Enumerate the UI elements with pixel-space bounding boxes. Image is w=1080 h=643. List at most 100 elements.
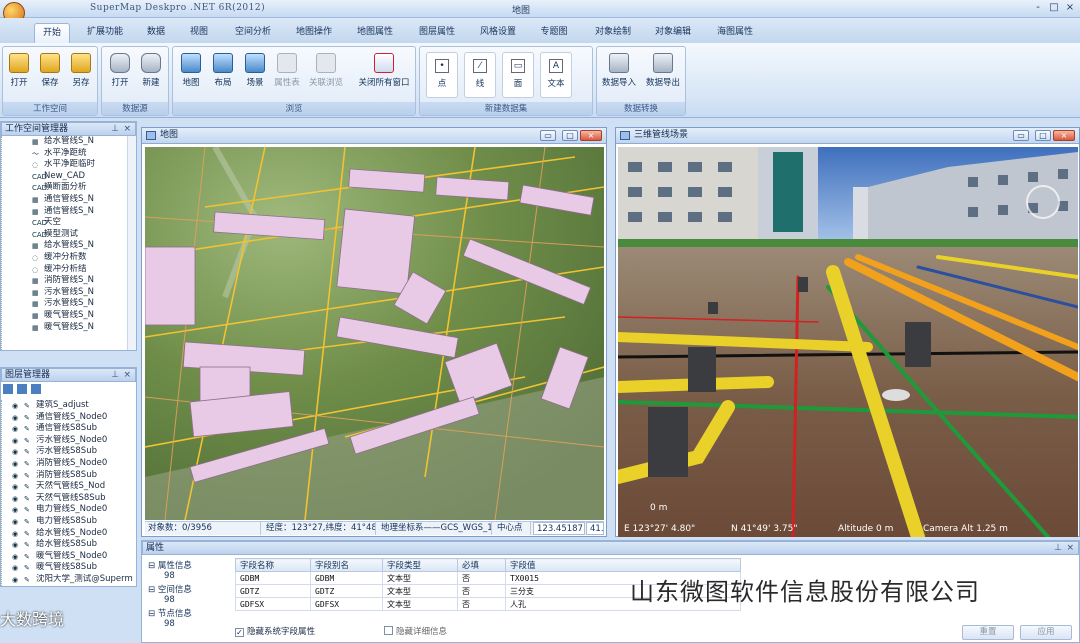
editable-icon[interactable]: ✎ [24, 495, 34, 503]
layer-item[interactable]: ◉ ✎ 天然气管线S8Sub [12, 493, 136, 505]
tree-node-attributes[interactable]: ⊟ 属性信息 [148, 559, 192, 571]
tree-item[interactable]: ▦ 消防管线S_N [32, 275, 136, 287]
window-close-button[interactable]: × [1053, 130, 1075, 141]
editable-icon[interactable]: ✎ [24, 553, 34, 561]
visibility-icon[interactable]: ◉ [12, 437, 22, 445]
tab-layer-props[interactable]: 图层属性 [412, 23, 462, 43]
open-scene-button[interactable]: 场景 [239, 53, 271, 88]
visibility-icon[interactable]: ◉ [12, 483, 22, 491]
tree-leaf[interactable]: 98 [164, 619, 175, 629]
ds-open-button[interactable]: 打开 [104, 53, 136, 88]
tab-map-ops[interactable]: 地图操作 [289, 23, 339, 43]
reset-button[interactable]: 重置 [962, 625, 1014, 640]
visibility-icon[interactable]: ◉ [12, 541, 22, 549]
column-header[interactable]: 字段值 [505, 558, 741, 572]
layer-item[interactable]: ◉ ✎ 污水管线S_Node0 [12, 435, 136, 447]
editable-icon[interactable]: ✎ [24, 506, 34, 514]
scene-canvas[interactable]: 0 m E 123°27' 4.80" N 41°49' 3.75" Altit… [618, 147, 1078, 537]
column-header[interactable]: 字段名称 [235, 558, 311, 572]
window-close-button[interactable]: × [580, 130, 602, 141]
tree-leaf[interactable]: 98 [164, 571, 175, 581]
tab-start[interactable]: 开始 [34, 23, 70, 43]
ws-save-button[interactable]: 保存 [34, 53, 66, 88]
pin-icon[interactable]: ⊥ [111, 123, 119, 135]
tree-node-nodes[interactable]: ⊟ 节点信息 [148, 607, 192, 619]
visibility-icon[interactable]: ◉ [12, 576, 22, 584]
editable-icon[interactable]: ✎ [24, 460, 34, 468]
table-cell[interactable]: 否 [457, 584, 506, 598]
table-cell[interactable]: GDBM [235, 571, 311, 585]
tree-leaf[interactable]: 98 [164, 595, 175, 605]
tree-item[interactable]: ▦ 通信管线S_N [32, 206, 136, 218]
ds-new-button[interactable]: 新建 [135, 53, 167, 88]
layer-item[interactable]: ◉ ✎ 暖气管线S_Node0 [12, 551, 136, 563]
layer-item[interactable]: ◉ ✎ 给水管线S8Sub [12, 539, 136, 551]
tree-item[interactable]: CAD模型测试 [32, 229, 136, 241]
tree-item[interactable]: ▦ 污水管线S_N [32, 298, 136, 310]
editable-icon[interactable]: ✎ [24, 437, 34, 445]
tree-item[interactable]: ◌ 缓冲分析数 [32, 252, 136, 264]
visibility-icon[interactable]: ◉ [12, 402, 22, 410]
editable-icon[interactable]: ✎ [24, 414, 34, 422]
new-point-button[interactable]: • 点 [426, 52, 458, 98]
tab-thematic[interactable]: 专题图 [534, 23, 574, 43]
hide-system-fields-checkbox[interactable]: ✓ 隐藏系统字段属性 [235, 625, 315, 637]
layer-item[interactable]: ◉ ✎ 给水管线S_Node0 [12, 528, 136, 540]
coordinate-system[interactable]: 地理坐标系——GCS_WGS_19 [378, 522, 492, 535]
tree-item[interactable]: ▦ 通信管线S_N [32, 194, 136, 206]
open-layout-button[interactable]: 布局 [207, 53, 239, 88]
layer-tool-icon[interactable] [17, 384, 27, 394]
column-header[interactable]: 必填 [457, 558, 506, 572]
tab-spatial-analysis[interactable]: 空间分析 [228, 23, 278, 43]
layer-item[interactable]: ◉ ✎ 通信管线S_Node0 [12, 412, 136, 424]
visibility-icon[interactable]: ◉ [12, 518, 22, 526]
visibility-icon[interactable]: ◉ [12, 553, 22, 561]
pin-icon[interactable]: ⊥ [111, 369, 119, 381]
visibility-icon[interactable]: ◉ [12, 564, 22, 572]
table-cell[interactable]: GDFSX [310, 597, 383, 611]
editable-icon[interactable]: ✎ [24, 472, 34, 480]
tree-item[interactable]: ▦ 污水管线S_N [32, 287, 136, 299]
minimize-button[interactable]: - [1030, 2, 1046, 15]
editable-icon[interactable]: ✎ [24, 518, 34, 526]
layer-item[interactable]: ◉ ✎ 消防管线S_Node0 [12, 458, 136, 470]
tree-item[interactable]: CAD横断面分析 [32, 182, 136, 194]
tree-item[interactable]: ▦ 暖气管线S_N [32, 310, 136, 322]
layer-item[interactable]: ◉ ✎ 天然气管线S_Nod [12, 481, 136, 493]
new-region-button[interactable]: ▭ 面 [502, 52, 534, 98]
ws-saveas-button[interactable]: 另存 [65, 53, 97, 88]
close-icon[interactable]: × [123, 123, 131, 135]
layer-item[interactable]: ◉ ✎ 电力管线S8Sub [12, 516, 136, 528]
tree-node-spatial[interactable]: ⊟ 空间信息 [148, 583, 192, 595]
layer-tool-icon[interactable] [3, 384, 13, 394]
tab-map-props[interactable]: 地图属性 [350, 23, 400, 43]
close-all-windows-button[interactable]: 关闭所有窗口 [353, 53, 415, 88]
layer-item[interactable]: ◉ ✎ 污水管线S8Sub [12, 446, 136, 458]
tree-item[interactable]: ▦ 给水管线S_N [32, 240, 136, 252]
visibility-icon[interactable]: ◉ [12, 460, 22, 468]
layer-item[interactable]: ◉ ✎ 沈阳大学_测试@Superm [12, 574, 136, 586]
table-cell[interactable]: 文本型 [382, 571, 458, 585]
visibility-icon[interactable]: ◉ [12, 448, 22, 456]
new-line-button[interactable]: ⁄ 线 [464, 52, 496, 98]
tree-item[interactable]: ◌ 水平净距临时 [32, 159, 136, 171]
tree-item[interactable]: CADNew_CAD [32, 171, 136, 183]
tab-draw-object[interactable]: 对象绘制 [588, 23, 638, 43]
column-header[interactable]: 字段类型 [382, 558, 458, 572]
tab-view[interactable]: 视图 [184, 23, 214, 43]
tree-item[interactable]: CAD天空 [32, 217, 136, 229]
tab-style[interactable]: 风格设置 [473, 23, 523, 43]
layer-tool-icon[interactable] [31, 384, 41, 394]
tree-item[interactable]: 〜水平净距统 [32, 148, 136, 160]
editable-icon[interactable]: ✎ [24, 541, 34, 549]
visibility-icon[interactable]: ◉ [12, 472, 22, 480]
table-cell[interactable]: GDBM [310, 571, 383, 585]
table-cell[interactable]: GDTZ [310, 584, 383, 598]
hide-detail-checkbox[interactable]: 隐藏详细信息 [384, 625, 447, 637]
layer-item[interactable]: ◉ ✎ 建筑S_adjust [12, 400, 136, 412]
editable-icon[interactable]: ✎ [24, 530, 34, 538]
close-button[interactable]: × [1062, 2, 1078, 15]
open-map-button[interactable]: 地图 [175, 53, 207, 88]
scrollbar[interactable] [127, 136, 136, 350]
window-maximize-button[interactable]: □ [1035, 130, 1051, 141]
